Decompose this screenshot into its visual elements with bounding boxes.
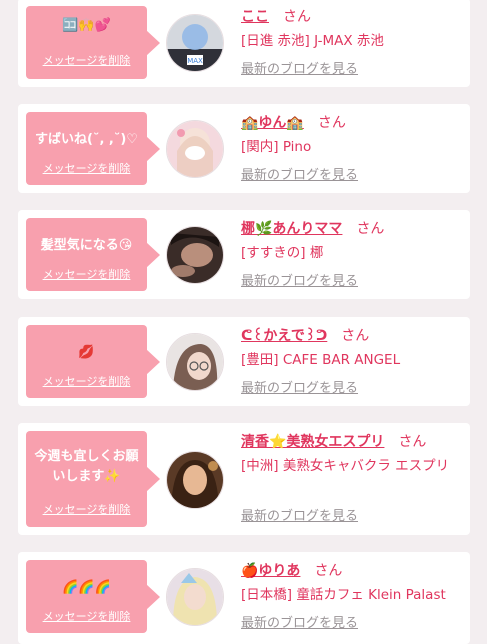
shop-info: [中洲] 美熟女キャバクラ エスプリ (241, 458, 450, 474)
delete-message-link[interactable]: メッセージを削除 (26, 503, 147, 517)
shop-info: [日本橋] 童話カフェ Klein Palast (241, 587, 446, 603)
honorific: さん (341, 328, 370, 344)
favorite-message-list: 🈁🙌💕 メッセージを削除 MAX ここ さん [日進 赤池] J-MAX 赤池 最… (0, 0, 487, 644)
avatar[interactable] (166, 333, 224, 391)
latest-blog-link[interactable]: 最新のブログを見る (241, 62, 358, 78)
message-bubble: 今週も宜しくお願いします✨ メッセージを削除 (26, 431, 160, 527)
latest-blog-link[interactable]: 最新のブログを見る (241, 509, 358, 525)
name-row: ここ さん (241, 8, 311, 26)
cast-name-link[interactable]: ᕦ꒰かえで꒱ᕤ (241, 328, 327, 344)
shop-info: [日進 赤池] J-MAX 赤池 (241, 33, 384, 49)
name-row: 🍎ゆりあ さん (241, 562, 342, 580)
cast-name-link[interactable]: ここ (241, 9, 269, 25)
message-text: 🌈🌈🌈 (62, 580, 111, 595)
list-item: 💋 メッセージを削除 ᕦ꒰かえで꒱ᕤ さん [豊田] CAFE BAR ANGEL… (18, 317, 470, 406)
list-item: すばいね(˘, ,˘)♡ メッセージを削除 🏫ゆん🏫 さん [関内] Pino 最… (18, 104, 470, 193)
delete-message-link[interactable]: メッセージを削除 (26, 610, 147, 624)
avatar[interactable] (166, 568, 224, 626)
latest-blog-link[interactable]: 最新のブログを見る (241, 381, 358, 397)
name-row: 梛🌿あんりママ さん (241, 220, 384, 238)
delete-message-link[interactable]: メッセージを削除 (26, 162, 147, 176)
delete-message-link[interactable]: メッセージを削除 (26, 268, 147, 282)
list-item: 🌈🌈🌈 メッセージを削除 🍎ゆりあ さん [日本橋] 童話カフェ Klein Pa… (18, 552, 470, 644)
message-bubble: 💋 メッセージを削除 (26, 325, 160, 398)
message-bubble: 🌈🌈🌈 メッセージを削除 (26, 560, 160, 633)
cast-name-link[interactable]: 清香⭐美熟女エスプリ (241, 434, 384, 450)
delete-message-link[interactable]: メッセージを削除 (26, 54, 147, 68)
avatar[interactable]: MAX (166, 14, 224, 72)
message-bubble: 🈁🙌💕 メッセージを削除 (26, 6, 160, 79)
list-item: 🈁🙌💕 メッセージを削除 MAX ここ さん [日進 赤池] J-MAX 赤池 最… (18, 0, 470, 87)
message-text: 🈁🙌💕 (62, 18, 111, 33)
message-bubble: すばいね(˘, ,˘)♡ メッセージを削除 (26, 112, 160, 185)
honorific: さん (356, 221, 385, 237)
cast-name-link[interactable]: 梛🌿あんりママ (241, 221, 342, 237)
list-item: 髪型気になる😘 メッセージを削除 梛🌿あんりママ さん [すすきの] 梛 最新のブ… (18, 210, 470, 299)
latest-blog-link[interactable]: 最新のブログを見る (241, 616, 358, 632)
delete-message-link[interactable]: メッセージを削除 (26, 375, 147, 389)
list-item: 今週も宜しくお願いします✨ メッセージを削除 清香⭐美熟女エスプリ さん [中洲]… (18, 423, 470, 535)
svg-text:MAX: MAX (187, 57, 203, 65)
avatar[interactable] (166, 451, 224, 509)
honorific: さん (317, 115, 346, 131)
message-text: 髪型気になる😘 (40, 238, 133, 253)
latest-blog-link[interactable]: 最新のブログを見る (241, 168, 358, 184)
message-text: 今週も宜しくお願いします✨ (34, 449, 139, 484)
shop-info: [すすきの] 梛 (241, 245, 324, 261)
shop-info: [豊田] CAFE BAR ANGEL (241, 352, 401, 368)
shop-info: [関内] Pino (241, 139, 312, 155)
honorific: さん (398, 434, 427, 450)
name-row: ᕦ꒰かえで꒱ᕤ さん (241, 327, 369, 345)
message-text: すばいね(˘, ,˘)♡ (35, 132, 138, 147)
avatar[interactable] (166, 226, 224, 284)
cast-name-link[interactable]: 🍎ゆりあ (241, 563, 300, 579)
cast-name-link[interactable]: 🏫ゆん🏫 (241, 115, 304, 131)
name-row: 清香⭐美熟女エスプリ さん (241, 433, 426, 451)
name-row: 🏫ゆん🏫 さん (241, 114, 346, 132)
honorific: さん (283, 9, 311, 25)
latest-blog-link[interactable]: 最新のブログを見る (241, 274, 358, 290)
message-text: 💋 (78, 345, 95, 360)
honorific: さん (314, 563, 343, 579)
avatar[interactable] (166, 120, 224, 178)
message-bubble: 髪型気になる😘 メッセージを削除 (26, 218, 160, 291)
